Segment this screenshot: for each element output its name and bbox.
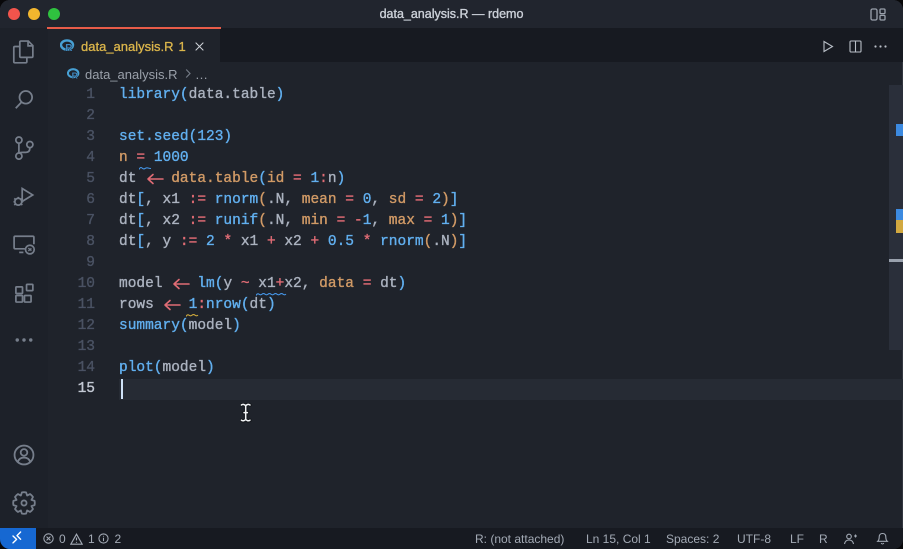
svg-text:R: R: [65, 43, 73, 54]
svg-text:R: R: [72, 70, 79, 80]
